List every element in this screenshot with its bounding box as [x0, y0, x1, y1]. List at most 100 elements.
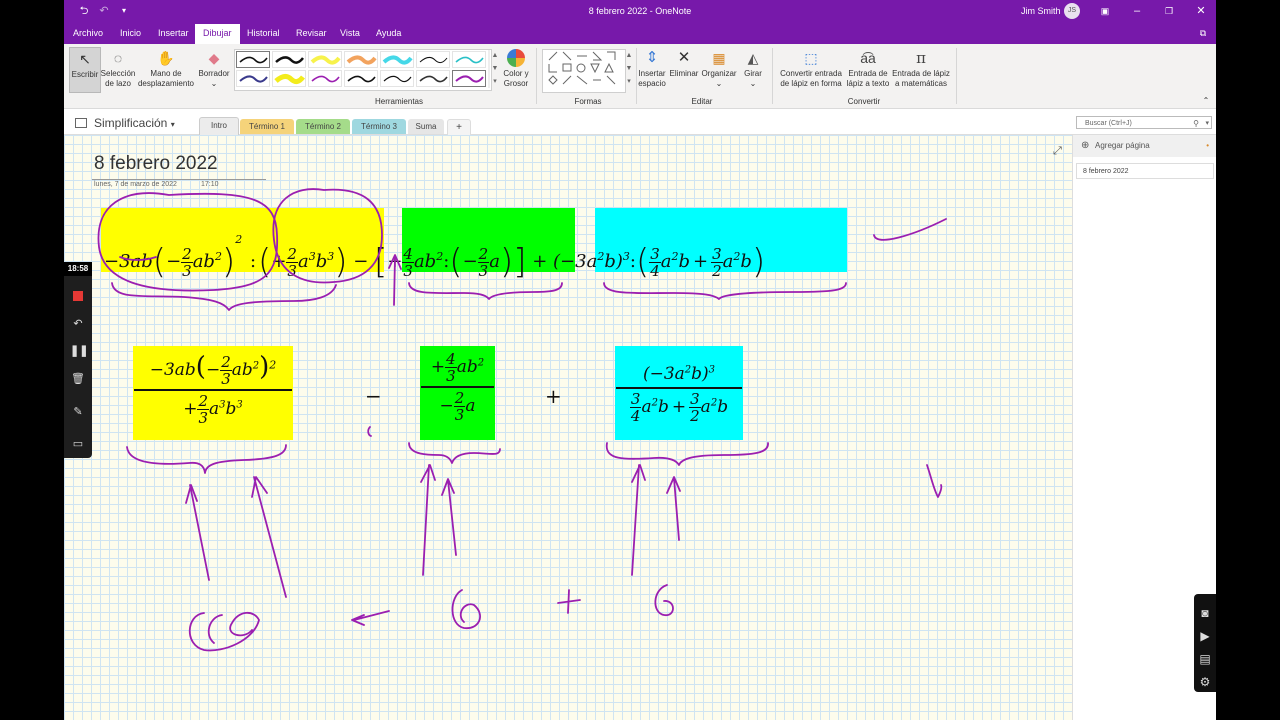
camera-icon[interactable]: ◙ [1196, 604, 1214, 622]
gallery-icon[interactable]: ▤ [1196, 650, 1214, 668]
pen-black-2[interactable] [344, 70, 378, 87]
pen-orange[interactable] [344, 51, 378, 68]
trash-icon[interactable]: 🗑 [70, 371, 86, 387]
ink-mark-2 [926, 464, 943, 498]
recorder-timer: 18:58 [64, 262, 92, 276]
pen-stroke-icon [239, 56, 268, 64]
menu-revisar[interactable]: Revisar [296, 28, 327, 38]
eraser-button[interactable]: ◆ Borrador ⌄ [196, 47, 232, 89]
menu-insertar[interactable]: Insertar [158, 28, 189, 38]
page-list-item[interactable]: 8 febrero 2022 [1076, 163, 1214, 179]
shapes-icon [548, 51, 616, 85]
section-tab-termino-2[interactable]: Término 2 [296, 119, 350, 134]
pen-yellow-highlighter[interactable] [272, 70, 306, 87]
menu-dibujar[interactable]: Dibujar [195, 24, 240, 44]
pen-purple-marker[interactable] [236, 70, 270, 87]
restore-icon[interactable]: ❐ [1162, 4, 1176, 18]
ribbon-separator [772, 48, 773, 104]
lasso-icon: ◌ [113, 50, 123, 66]
pen-black-3[interactable] [380, 70, 414, 87]
menu-bar: Archivo Inicio Insertar Dibujar Historia… [64, 22, 1216, 44]
chevron-down-icon: ▾ [170, 120, 175, 129]
menu-ayuda[interactable]: Ayuda [376, 28, 401, 38]
pen-icon[interactable]: ✎ [70, 404, 86, 420]
ink-circle-term-2 [272, 188, 383, 284]
pen-stroke-icon [419, 56, 448, 64]
section-tab-termino-1[interactable]: Término 1 [240, 119, 294, 134]
pen-stroke-icon [310, 55, 341, 65]
chevron-down-icon: ⌄ [210, 79, 218, 88]
rotate-button[interactable]: ◭ Girar ⌄ [738, 47, 768, 89]
pen-purple[interactable] [308, 70, 342, 87]
close-icon[interactable]: ✕ [1194, 4, 1208, 18]
ink-annotations[interactable] [64, 135, 1072, 720]
gallery-scrollbar[interactable] [488, 50, 490, 88]
add-section-button[interactable]: + [447, 119, 471, 136]
pen-magenta[interactable] [452, 70, 486, 87]
pan-button[interactable]: ✋ Mano de desplazamiento [137, 47, 195, 89]
shapes-gallery[interactable] [542, 49, 626, 93]
notebook-name[interactable]: Simplificación ▾ [94, 116, 175, 130]
ink-arrow-3 [420, 464, 436, 576]
section-tab-intro[interactable]: Intro [199, 117, 239, 135]
write-button[interactable]: ↖ Escribir [69, 47, 101, 93]
avatar[interactable]: JS [1064, 3, 1080, 19]
ink-underline [119, 256, 157, 261]
shapes-scroll-arrows[interactable]: ▲ ▼ ▾ [625, 49, 633, 88]
notification-dot-icon: • [1206, 141, 1209, 150]
pen-dark[interactable] [416, 70, 450, 87]
ribbon-display-icon[interactable]: ▣ [1098, 4, 1112, 18]
ink-checkmark [873, 218, 947, 241]
menu-vista[interactable]: Vista [340, 28, 360, 38]
pen-yellow[interactable] [308, 51, 342, 68]
minimize-icon[interactable]: – [1130, 4, 1144, 18]
stop-record-icon[interactable] [70, 288, 86, 304]
delete-button[interactable]: ✕ Eliminar [668, 47, 700, 79]
color-thickness-button[interactable]: Color y Grosor [502, 47, 530, 89]
ink-mark-1 [367, 426, 372, 437]
search-icon[interactable]: ⚲ [1193, 117, 1199, 130]
ink-arrow-1 [185, 484, 210, 581]
page-canvas[interactable]: 8 febrero 2022 lunes, 7 de marzo de 2022… [64, 135, 1072, 720]
menu-archivo[interactable]: Archivo [73, 28, 103, 38]
section-tab-termino-3[interactable]: Término 3 [352, 119, 406, 134]
pen-cyan[interactable] [380, 51, 414, 68]
pen-black-thin[interactable] [416, 51, 450, 68]
pen-stroke-icon [455, 75, 484, 83]
pen-black-thick[interactable] [272, 51, 306, 68]
insert-space-button[interactable]: ⇕ Insertar espacio [636, 47, 668, 89]
collapse-ribbon-icon[interactable]: ⌃ [1200, 96, 1212, 106]
group-convert-label: Convertir [847, 97, 881, 106]
ink-brace-3 [603, 282, 847, 300]
ink-sketch-1b [207, 614, 223, 644]
undo-icon[interactable]: ↶ [70, 316, 86, 332]
ink-to-shape-button[interactable]: ⬚ Convertir entrada de lápiz en forma [776, 47, 846, 89]
group-edit-label: Editar [691, 97, 713, 106]
video-icon[interactable]: ▶ [1196, 627, 1214, 645]
delete-x-icon: ✕ [677, 49, 691, 66]
lasso-select-button[interactable]: ◌ Selección de lazo [100, 47, 136, 89]
ink-to-math-button[interactable]: π Entrada de lápiz a matemáticas [890, 47, 952, 89]
color-wheel-icon [507, 49, 525, 67]
user-name[interactable]: Jim Smith [1021, 6, 1061, 16]
settings-gear-icon[interactable]: ⚙ [1196, 673, 1214, 691]
ink-brace-2 [408, 282, 563, 300]
notebook-icon [75, 118, 87, 128]
pen-black[interactable] [236, 51, 270, 68]
section-tab-suma[interactable]: Suma [408, 119, 444, 134]
webcam-icon[interactable]: ▭ [70, 436, 86, 452]
menu-inicio[interactable]: Inicio [120, 28, 141, 38]
gallery-scroll-arrows[interactable]: ▲ ▼ ▾ [491, 49, 499, 88]
arrange-button[interactable]: ▦ Organizar ⌄ [700, 47, 738, 89]
menu-historial[interactable]: Historial [247, 28, 280, 38]
ink-brace-bottom-3 [605, 442, 769, 466]
pen-teal[interactable] [452, 51, 486, 68]
add-page-button[interactable]: ⊕ Agregar página • [1073, 135, 1216, 157]
pause-icon[interactable]: ❚❚ [70, 343, 88, 359]
share-icon[interactable]: ⧉ [1196, 26, 1210, 40]
search-input[interactable]: Buscar (Ctrl+J) ⚲ ▾ [1076, 116, 1212, 129]
insert-space-icon: ⇕ [645, 49, 659, 66]
ink-to-text-button[interactable]: a͡a Entrada de lápiz a texto [846, 47, 890, 89]
ink-to-text-icon: a͡a [860, 50, 876, 66]
chevron-down-icon[interactable]: ▾ [1205, 117, 1209, 130]
